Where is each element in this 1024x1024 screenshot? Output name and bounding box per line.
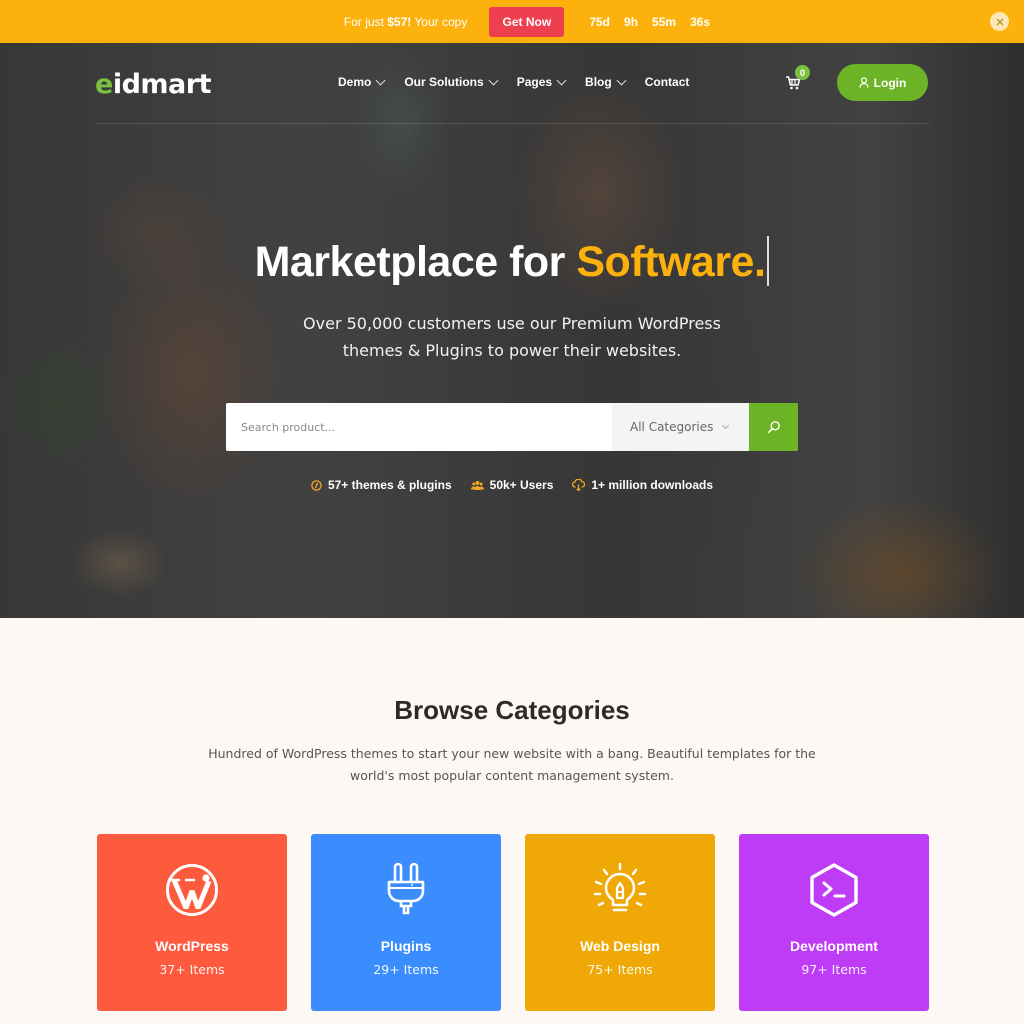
stat-label: 50k+ Users	[489, 478, 554, 492]
header-divider	[95, 123, 929, 124]
hero-title: Marketplace for Software.	[0, 236, 1024, 287]
user-icon	[859, 77, 869, 88]
hero-subtitle: Over 50,000 customers use our Premium Wo…	[0, 310, 1024, 364]
chevron-down-icon	[488, 75, 499, 85]
nav-item-blog[interactable]: Blog	[585, 75, 627, 89]
search-input[interactable]	[226, 403, 612, 451]
promo-bar: For just $57! Your copy Get Now 75d 9h 5…	[0, 0, 1024, 43]
nav-item-contact[interactable]: Contact	[645, 75, 690, 89]
section-description: Hundred of WordPress themes to start you…	[0, 743, 1024, 787]
hero-section: e idmart Demo Our Solutions Pages Blog Co…	[0, 43, 1024, 618]
category-card-web-design[interactable]: Web Design 75+ Items	[525, 834, 715, 1011]
promo-text-prefix: For just	[343, 14, 388, 29]
countdown-days: 75d	[589, 14, 611, 29]
close-icon	[996, 18, 1003, 25]
plug-icon	[387, 862, 425, 915]
category-count: 75+ Items	[587, 962, 653, 977]
category-select-value: All Categories	[630, 420, 714, 434]
nav-label: Blog	[585, 75, 612, 89]
cloud-download-icon	[572, 479, 586, 491]
nav-item-demo[interactable]: Demo	[338, 75, 386, 89]
countdown-hours: 9h	[624, 14, 639, 29]
nav-label: Our Solutions	[404, 75, 484, 89]
section-title: Browse Categories	[394, 695, 630, 725]
users-icon	[470, 480, 484, 490]
main-nav: Demo Our Solutions Pages Blog Contact	[338, 75, 689, 89]
lightbulb-pen-icon	[593, 862, 647, 912]
chevron-down-icon	[722, 421, 730, 430]
badge-icon	[311, 479, 322, 491]
hero-subtitle-line: themes & Plugins to power their websites…	[342, 341, 682, 360]
category-count: 97+ Items	[801, 962, 867, 977]
countdown-minutes: 55m	[652, 14, 677, 29]
category-card-development[interactable]: Development 97+ Items	[739, 834, 929, 1011]
chevron-down-icon	[375, 75, 386, 85]
promo-price: $57!	[387, 14, 412, 29]
section-description-line: Hundred of WordPress themes to start you…	[208, 746, 816, 761]
login-button[interactable]: Login	[837, 64, 928, 101]
product-search-bar: All Categories	[226, 403, 798, 451]
search-icon	[767, 421, 780, 434]
login-label: Login	[873, 75, 907, 90]
search-button[interactable]	[749, 403, 798, 451]
terminal-hexagon-icon	[810, 863, 858, 917]
category-card-wordpress[interactable]: WordPress 37+ Items	[97, 834, 287, 1011]
countdown-timer: 75d 9h 55m 36s	[589, 15, 710, 29]
hero-stats: 57+ themes & plugins 50k+ Users 1+ milli…	[0, 478, 1024, 492]
typing-caret	[767, 236, 770, 286]
category-name: Development	[790, 938, 878, 954]
category-select[interactable]: All Categories	[612, 403, 749, 451]
category-name: Web Design	[580, 938, 660, 954]
logo-mark: e	[95, 69, 113, 100]
promo-close-button[interactable]	[990, 12, 1009, 31]
category-count: 37+ Items	[159, 962, 225, 977]
cart-count-badge: 0	[795, 65, 810, 80]
category-name: Plugins	[380, 938, 432, 954]
stat-users: 50k+ Users	[470, 478, 554, 492]
stat-label: 57+ themes & plugins	[327, 478, 452, 492]
countdown-seconds: 36s	[690, 14, 711, 29]
hero-title-accent: Software.	[576, 238, 766, 286]
stat-downloads: 1+ million downloads	[572, 478, 713, 492]
category-cards: WordPress 37+ Items Plugins 29+ Items We…	[97, 834, 929, 1011]
chevron-down-icon	[556, 75, 567, 85]
logo[interactable]: e idmart	[95, 69, 211, 100]
nav-item-pages[interactable]: Pages	[516, 75, 567, 89]
nav-label: Contact	[644, 75, 690, 89]
promo-text: For just $57! Your copy	[344, 15, 467, 29]
section-description-line: world's most popular content management …	[350, 768, 674, 783]
logo-text: idmart	[112, 69, 212, 100]
category-card-plugins[interactable]: Plugins 29+ Items	[311, 834, 501, 1011]
stat-themes: 57+ themes & plugins	[311, 478, 452, 492]
nav-label: Pages	[516, 75, 553, 89]
nav-label: Demo	[338, 75, 372, 89]
nav-item-our-solutions[interactable]: Our Solutions	[404, 75, 499, 89]
get-now-button[interactable]: Get Now	[489, 6, 565, 37]
category-name: WordPress	[155, 938, 229, 954]
category-count: 29+ Items	[373, 962, 439, 977]
hero-title-main: Marketplace for	[254, 238, 577, 286]
stat-label: 1+ million downloads	[591, 478, 714, 492]
wordpress-icon	[166, 864, 218, 916]
hero-subtitle-line: Over 50,000 customers use our Premium Wo…	[303, 314, 721, 333]
chevron-down-icon	[616, 75, 627, 85]
promo-text-suffix: Your copy	[411, 14, 468, 29]
